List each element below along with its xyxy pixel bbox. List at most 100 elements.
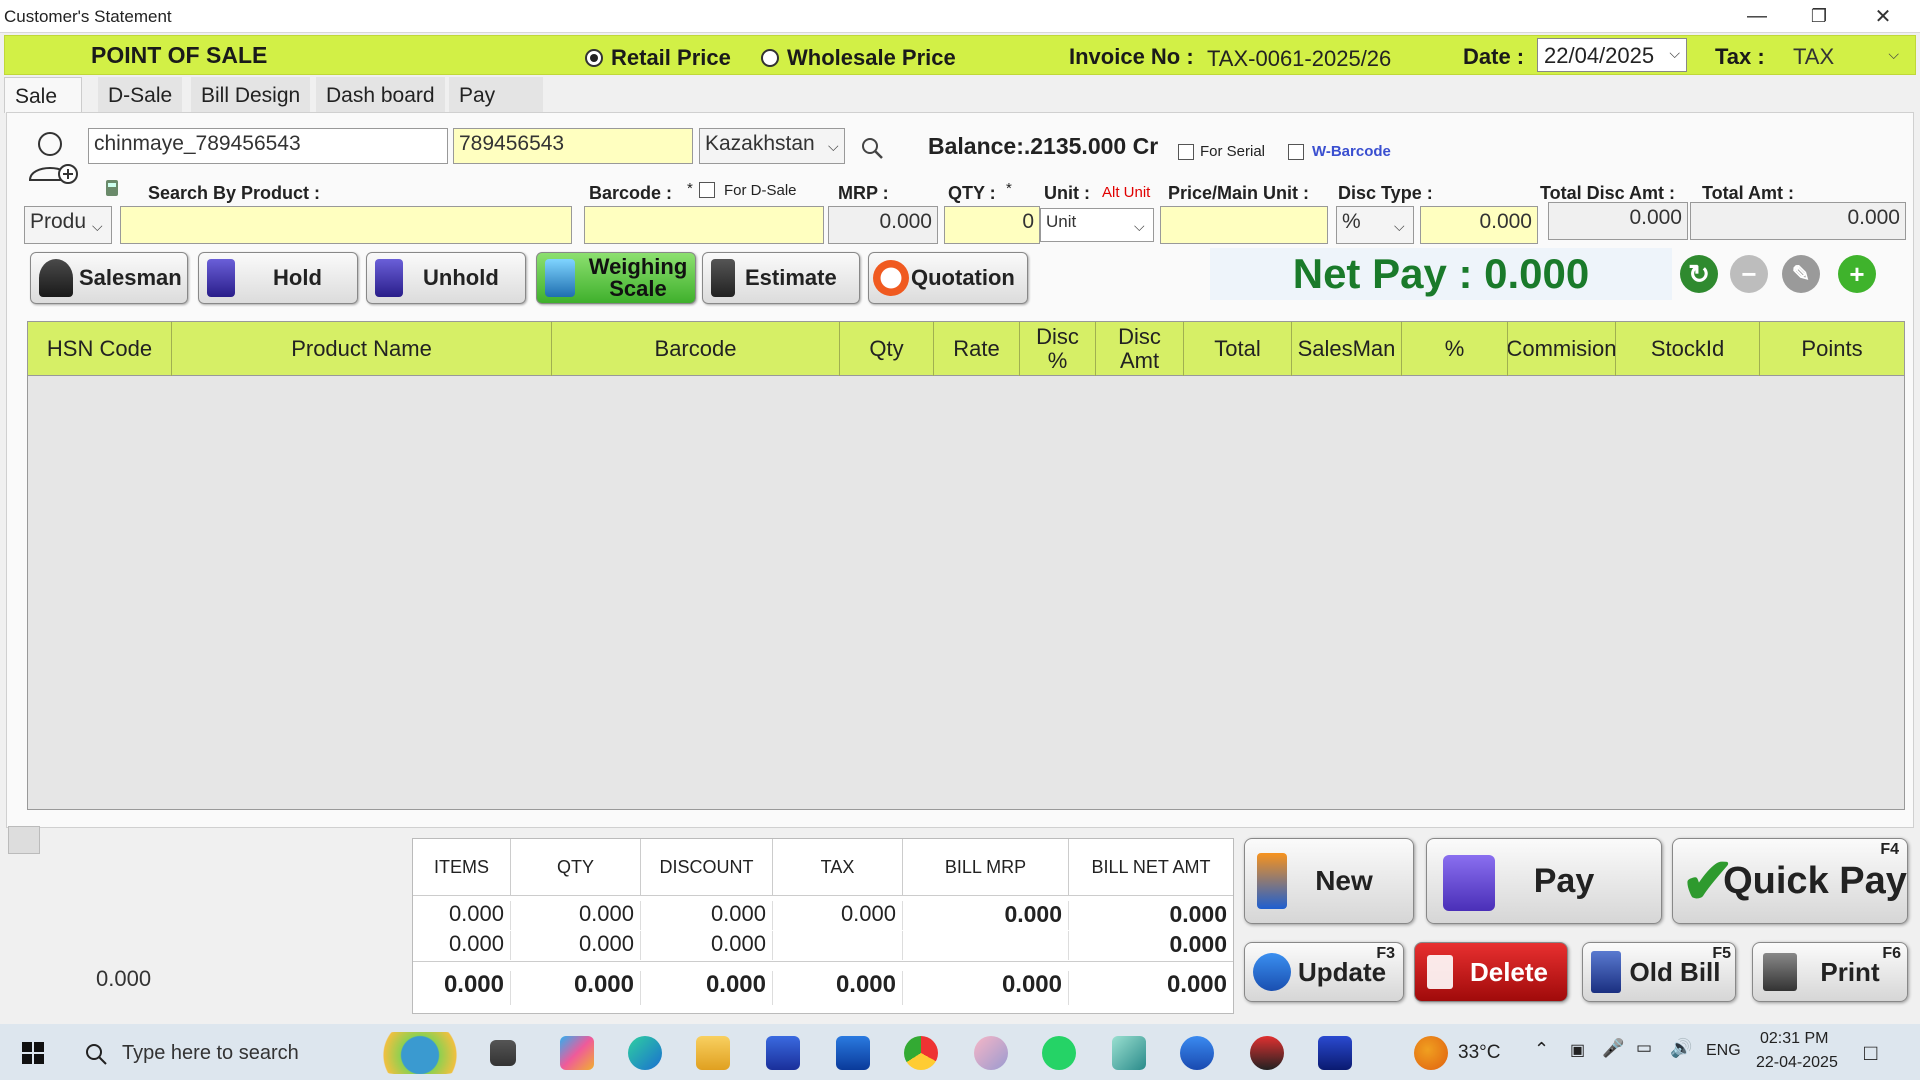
wholesale-price-radio[interactable]: Wholesale Price [761,45,956,71]
country-select[interactable]: Kazakhstan [699,128,845,164]
temperature: 33°C [1458,1042,1501,1063]
file-explorer-icon[interactable] [696,1036,730,1070]
total-amt-field: 0.000 [1690,202,1906,240]
product-grid[interactable]: HSN Code Product Name Barcode Qty Rate D… [27,321,1905,810]
tab-bill-design[interactable]: Bill Design [191,77,311,113]
old-bill-button[interactable]: Old Bill F5 [1582,942,1736,1002]
for-dsale-label: For D-Sale [724,182,797,199]
for-dsale-checkbox[interactable] [699,182,715,198]
barcode-input[interactable] [584,206,824,244]
network-icon[interactable]: ▣ [1570,1040,1585,1060]
pos-app-icon[interactable] [1318,1036,1352,1070]
weather-widget-icon[interactable] [374,1032,466,1074]
microsoft-store-icon[interactable] [766,1036,800,1070]
qty-input[interactable]: 0 [944,206,1040,244]
edit-icon[interactable]: ✎ [1782,255,1820,293]
date-picker[interactable]: 22/04/2025 ⌵ [1537,38,1687,72]
chevron-up-icon[interactable]: ⌃ [1534,1039,1549,1060]
customer-phone-input[interactable]: 789456543 [453,128,693,164]
estimate-button[interactable]: Estimate [702,252,860,304]
col-points[interactable]: Points [1760,322,1904,376]
salesman-button[interactable]: Salesman [30,252,188,304]
shortcut-key-f6: F6 [1882,945,1901,962]
w-barcode-checkbox[interactable] [1288,144,1304,160]
language-indicator[interactable]: ENG [1706,1042,1741,1060]
barcode-scanner-icon [106,180,118,196]
mrp-input[interactable]: 0.000 [828,206,938,244]
retail-price-radio[interactable]: Retail Price [585,45,731,71]
task-view-icon[interactable] [490,1040,516,1066]
copilot-icon[interactable] [560,1036,594,1070]
new-button[interactable]: New [1244,838,1414,924]
whatsapp-icon[interactable] [1042,1036,1076,1070]
col-commission[interactable]: Commision [1508,322,1616,376]
remove-icon[interactable]: − [1730,255,1768,293]
print-button[interactable]: Print F6 [1752,942,1908,1002]
discount-input[interactable]: 0.000 [1420,206,1538,244]
for-serial-checkbox[interactable] [1178,144,1194,160]
restore-button[interactable]: ❐ [1788,0,1850,33]
add-icon[interactable]: + [1838,255,1876,293]
tax-select[interactable]: TAX ⌵ [1787,40,1905,72]
invoice-number: TAX-0061-2025/26 [1207,46,1392,71]
delete-button[interactable]: Delete [1414,942,1568,1002]
pay-button[interactable]: Pay [1426,838,1662,924]
required-mark: * [1006,180,1012,197]
messaging-app-icon[interactable] [1180,1036,1214,1070]
windows-start-icon[interactable] [22,1042,44,1064]
weighing-scale-button[interactable]: Weighing Scale [536,252,696,304]
add-customer-icon[interactable] [26,130,80,186]
quick-pay-button[interactable]: ✔ Quick Pay F4 [1672,838,1908,924]
shortcut-key-f3: F3 [1376,945,1395,962]
col-total[interactable]: Total [1184,322,1292,376]
edge-browser-icon[interactable] [628,1036,662,1070]
update-button[interactable]: Update F3 [1244,942,1404,1002]
weighing-scale-icon [545,259,575,297]
col-rate[interactable]: Rate [934,322,1020,376]
search-icon[interactable] [860,136,884,160]
taskbar-search-input[interactable]: Type here to search [122,1042,299,1065]
clock-date[interactable]: 22-04-2025 [1756,1054,1838,1072]
col-disc-percent[interactable]: Disc % [1020,322,1096,376]
quotation-button[interactable]: Quotation [868,252,1028,304]
tab-d-sale[interactable]: D-Sale [98,77,183,113]
col-percent[interactable]: % [1402,322,1508,376]
chrome-icon[interactable] [904,1036,938,1070]
hold-button[interactable]: Hold [198,252,358,304]
qty-label: QTY : [948,183,996,203]
tab-pay[interactable]: Pay [449,77,543,113]
microphone-icon[interactable]: 🎤 [1602,1038,1624,1059]
notes-app-icon[interactable] [1112,1036,1146,1070]
price-main-unit-input[interactable] [1160,206,1328,244]
volume-icon[interactable]: 🔊 [1670,1038,1692,1059]
tab-sale[interactable]: Sale [4,77,82,113]
col-barcode[interactable]: Barcode [552,322,840,376]
new-label: New [1315,865,1373,896]
col-product-name[interactable]: Product Name [172,322,552,376]
display-icon[interactable]: ▭ [1636,1038,1652,1058]
clock-time[interactable]: 02:31 PM [1760,1030,1828,1048]
customer-balance: Balance:.2135.000 Cr [928,133,1159,159]
customer-name-input[interactable]: chinmaye_789456543 [88,128,448,164]
outlook-icon[interactable] [836,1036,870,1070]
old-bill-label: Old Bill [1629,956,1721,987]
snipping-tool-icon[interactable] [974,1036,1008,1070]
title-bar: Customer's Statement — ❐ ✕ [0,0,1920,33]
close-button[interactable]: ✕ [1852,0,1914,33]
media-app-icon[interactable] [1250,1036,1284,1070]
unhold-button[interactable]: Unhold [366,252,526,304]
for-serial-label: For Serial [1200,143,1266,160]
notification-icon[interactable]: □ [1864,1040,1877,1066]
col-hsn-code[interactable]: HSN Code [28,322,172,376]
checkmark-icon: ✔ [1681,845,1735,917]
weather-status-icon[interactable] [1414,1036,1448,1070]
col-disc-amt[interactable]: Disc Amt [1096,322,1184,376]
col-salesman[interactable]: SalesMan [1292,322,1402,376]
alt-unit-link[interactable]: Alt Unit [1102,184,1150,201]
col-stock-id[interactable]: StockId [1616,322,1760,376]
col-qty[interactable]: Qty [840,322,934,376]
minimize-button[interactable]: — [1726,0,1788,33]
tab-dashboard[interactable]: Dash board [316,77,445,113]
product-search-input[interactable] [120,206,572,244]
refresh-icon[interactable]: ↻ [1680,255,1718,293]
